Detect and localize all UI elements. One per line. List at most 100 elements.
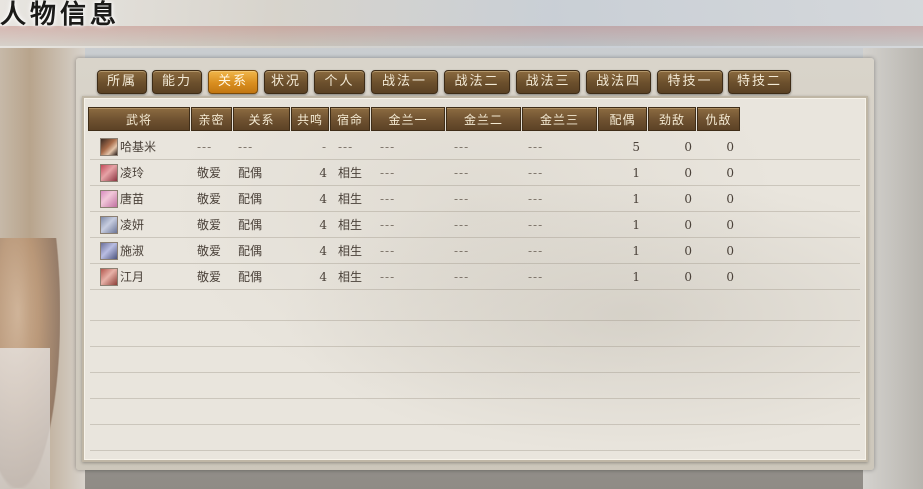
tab-tactic-4[interactable]: 战法四	[586, 70, 651, 94]
tab-affiliation[interactable]: 所属	[97, 70, 147, 94]
cell-spouse: 1	[632, 218, 640, 232]
cell-sworn-1: ---	[380, 218, 396, 232]
cell-relation: 配偶	[238, 166, 263, 180]
cell-sworn-2: ---	[454, 270, 470, 284]
cell-sworn-3: ---	[528, 140, 544, 154]
tab-personal[interactable]: 个人	[314, 70, 365, 94]
cell-intimacy: 敬爱	[197, 270, 222, 284]
cell-resonance: 4	[319, 270, 327, 284]
tab-status[interactable]: 状况	[264, 70, 308, 94]
tab-tactic-2[interactable]: 战法二	[444, 70, 510, 94]
cell-intimacy: 敬爱	[197, 192, 222, 206]
general-portrait-avatar	[100, 242, 118, 260]
empty-row-divider	[90, 398, 860, 399]
cell-resonance: 4	[319, 166, 327, 180]
cell-sworn-2: ---	[454, 140, 470, 154]
cell-intimacy: 敬爱	[197, 166, 222, 180]
cell-spouse: 1	[632, 192, 640, 206]
cell-resonance: 4	[319, 192, 327, 206]
general-portrait-avatar	[100, 138, 118, 156]
cell-relation: 配偶	[238, 192, 263, 206]
cell-rival: 0	[684, 166, 692, 180]
cell-sworn-3: ---	[528, 270, 544, 284]
cell-resonance: -	[321, 140, 327, 154]
cell-enemy: 0	[726, 166, 734, 180]
background-scenery-left	[0, 48, 85, 489]
column-header-sworn-3[interactable]: 金兰三	[522, 107, 597, 131]
column-header-relation[interactable]: 关系	[233, 107, 290, 131]
cell-fate: 相生	[338, 166, 363, 180]
cell-spouse: 1	[632, 270, 640, 284]
cell-name: 江月	[120, 270, 145, 284]
cell-spouse: 1	[632, 166, 640, 180]
tab-skill-1[interactable]: 特技一	[657, 70, 723, 94]
cell-relation: 配偶	[238, 270, 263, 284]
cell-rival: 0	[684, 140, 692, 154]
cell-sworn-3: ---	[528, 244, 544, 258]
column-header-enemy[interactable]: 仇敌	[697, 107, 740, 131]
cell-sworn-2: ---	[454, 192, 470, 206]
tab-tactic-3[interactable]: 战法三	[516, 70, 580, 94]
column-header-sworn-1[interactable]: 金兰一	[371, 107, 445, 131]
cell-rival: 0	[684, 270, 692, 284]
table-row[interactable]: 江月 敬爱 配偶 4 相生 --- --- --- 1 0 0	[90, 264, 860, 290]
cell-relation: 配偶	[238, 218, 263, 232]
cell-rival: 0	[684, 192, 692, 206]
empty-row-divider	[90, 424, 860, 425]
cell-enemy: 0	[726, 270, 734, 284]
cell-name: 凌妍	[120, 218, 145, 232]
tab-relationship[interactable]: 关系	[208, 70, 258, 94]
column-header-intimacy[interactable]: 亲密	[191, 107, 232, 131]
cell-rival: 0	[684, 244, 692, 258]
table-row[interactable]: 凌玲 敬爱 配偶 4 相生 --- --- --- 1 0 0	[90, 160, 860, 186]
cell-relation: ---	[238, 140, 254, 154]
cell-name: 唐苗	[120, 192, 145, 206]
cell-fate: ---	[338, 140, 354, 154]
empty-row-divider	[90, 346, 860, 347]
cell-sworn-3: ---	[528, 192, 544, 206]
column-header-resonance[interactable]: 共鸣	[291, 107, 329, 131]
cell-sworn-3: ---	[528, 166, 544, 180]
cell-intimacy: 敬爱	[197, 244, 222, 258]
cell-name: 哈基米	[120, 140, 157, 154]
column-header-sworn-2[interactable]: 金兰二	[446, 107, 521, 131]
column-header-rival[interactable]: 劲敌	[648, 107, 696, 131]
tab-tactic-1[interactable]: 战法一	[371, 70, 438, 94]
cell-sworn-1: ---	[380, 166, 396, 180]
tab-skill-2[interactable]: 特技二	[728, 70, 791, 94]
cell-enemy: 0	[726, 218, 734, 232]
cell-resonance: 4	[319, 218, 327, 232]
column-header-fate[interactable]: 宿命	[330, 107, 370, 131]
cell-sworn-2: ---	[454, 244, 470, 258]
cell-name: 施淑	[120, 244, 145, 258]
general-portrait-avatar	[100, 164, 118, 182]
cell-sworn-2: ---	[454, 166, 470, 180]
table-row[interactable]: 凌妍 敬爱 配偶 4 相生 --- --- --- 1 0 0	[90, 212, 860, 238]
cell-relation: 配偶	[238, 244, 263, 258]
cell-spouse: 5	[632, 140, 640, 154]
cell-sworn-1: ---	[380, 192, 396, 206]
table-row[interactable]: 施淑 敬爱 配偶 4 相生 --- --- --- 1 0 0	[90, 238, 860, 264]
window-title: 人物信息	[0, 0, 121, 30]
background-banner-strip	[0, 26, 923, 46]
cell-enemy: 0	[726, 140, 734, 154]
general-portrait-avatar	[100, 190, 118, 208]
table-row[interactable]: 唐苗 敬爱 配偶 4 相生 --- --- --- 1 0 0	[90, 186, 860, 212]
table-row[interactable]: 哈基米 --- --- - --- --- --- --- 5 0 0	[90, 134, 860, 160]
cell-sworn-3: ---	[528, 218, 544, 232]
cell-resonance: 4	[319, 244, 327, 258]
cell-sworn-1: ---	[380, 244, 396, 258]
empty-row-divider	[90, 450, 860, 451]
column-header-spouse[interactable]: 配偶	[598, 107, 647, 131]
table-header: 武将 亲密 关系 共鸣 宿命 金兰一 金兰二 金兰三 配偶 劲敌 仇敌	[88, 107, 740, 131]
empty-row-divider	[90, 372, 860, 373]
cell-enemy: 0	[726, 192, 734, 206]
cell-intimacy: ---	[197, 140, 213, 154]
cell-name: 凌玲	[120, 166, 145, 180]
column-header-general[interactable]: 武将	[88, 107, 190, 131]
tab-ability[interactable]: 能力	[152, 70, 202, 94]
empty-row-divider	[90, 320, 860, 321]
cell-fate: 相生	[338, 270, 363, 284]
background-character-robe	[0, 348, 50, 489]
cell-spouse: 1	[632, 244, 640, 258]
